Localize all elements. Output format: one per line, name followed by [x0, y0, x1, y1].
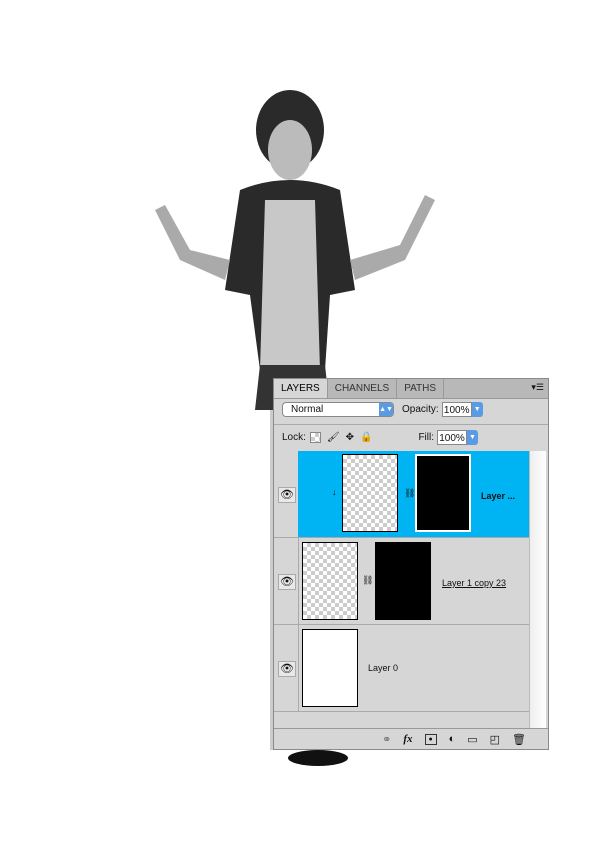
layer-name[interactable]: Layer ...	[481, 491, 515, 501]
lock-transparency-icon[interactable]	[309, 432, 321, 443]
layer-thumbnail[interactable]	[302, 629, 358, 707]
blend-mode-select[interactable]: Normal ▲▼	[282, 402, 394, 417]
layer-name[interactable]: Layer 1 copy 23	[442, 578, 506, 588]
trash-icon[interactable]: 🗑	[512, 733, 526, 746]
mask-link-icon[interactable]: ⛓	[362, 575, 373, 586]
layer-row[interactable]: 👁 ↓ ⛓ Layer ...	[274, 451, 530, 538]
layer-thumbnail[interactable]	[342, 454, 398, 532]
visibility-eye-icon[interactable]: 👁	[278, 487, 296, 503]
tab-layers[interactable]: LAYERS	[274, 379, 328, 398]
fx-icon[interactable]: fx	[403, 733, 412, 745]
lock-all-icon[interactable]: 🔒	[360, 432, 372, 443]
new-layer-icon[interactable]: ◰	[490, 733, 500, 746]
opacity-label: Opacity:	[402, 404, 439, 415]
mask-icon[interactable]: ●	[424, 733, 437, 745]
select-arrows-icon: ▲▼	[379, 403, 393, 416]
fill-dropdown-icon[interactable]: ▼	[467, 430, 479, 445]
visibility-eye-icon[interactable]: 👁	[278, 574, 296, 590]
blend-mode-value: Normal	[291, 404, 324, 415]
opacity-dropdown-icon[interactable]: ▼	[471, 402, 483, 417]
tab-paths[interactable]: PATHS	[397, 379, 445, 398]
tab-channels[interactable]: CHANNELS	[328, 379, 398, 398]
layer-row[interactable]: 👁 Layer 0	[274, 625, 530, 712]
layer-name[interactable]: Layer 0	[368, 663, 398, 673]
panel-tabs: LAYERS CHANNELS PATHS ▾☰	[274, 379, 548, 399]
clipping-arrow-icon: ↓	[332, 487, 337, 497]
layers-scrollbar[interactable]	[529, 451, 546, 729]
visibility-eye-icon[interactable]: 👁	[278, 661, 296, 677]
panel-menu-icon[interactable]: ▾☰	[531, 382, 544, 393]
opacity-input[interactable]: 100%	[441, 402, 472, 417]
layer-thumbnail[interactable]	[302, 542, 358, 620]
layers-panel: LAYERS CHANNELS PATHS ▾☰ Normal ▲▼ Opacit…	[273, 378, 549, 750]
fill-input[interactable]: 100%	[437, 430, 468, 445]
fill-label: Fill:	[418, 432, 435, 443]
layers-list: 👁 ↓ ⛓ Layer ... 👁 ⛓ Layer 1 copy 23 👁 La…	[274, 451, 530, 729]
layer-mask-thumbnail[interactable]	[415, 454, 471, 532]
lock-position-move-icon[interactable]: ✥	[346, 432, 354, 443]
link-icon[interactable]: ⚭	[382, 733, 391, 746]
adjustment-icon[interactable]: ◐	[449, 733, 456, 745]
layer-mask-thumbnail[interactable]	[375, 542, 431, 620]
lock-label: Lock:	[282, 432, 306, 443]
panel-bottom-toolbar: ⚭ fx ● ◐ ▭ ◰ 🗑	[274, 728, 548, 749]
lock-pixels-brush-icon[interactable]: 🖌	[327, 432, 340, 443]
layer-row[interactable]: 👁 ⛓ Layer 1 copy 23	[274, 538, 530, 625]
mask-link-icon[interactable]: ⛓	[404, 488, 415, 499]
folder-icon[interactable]: ▭	[467, 733, 477, 746]
